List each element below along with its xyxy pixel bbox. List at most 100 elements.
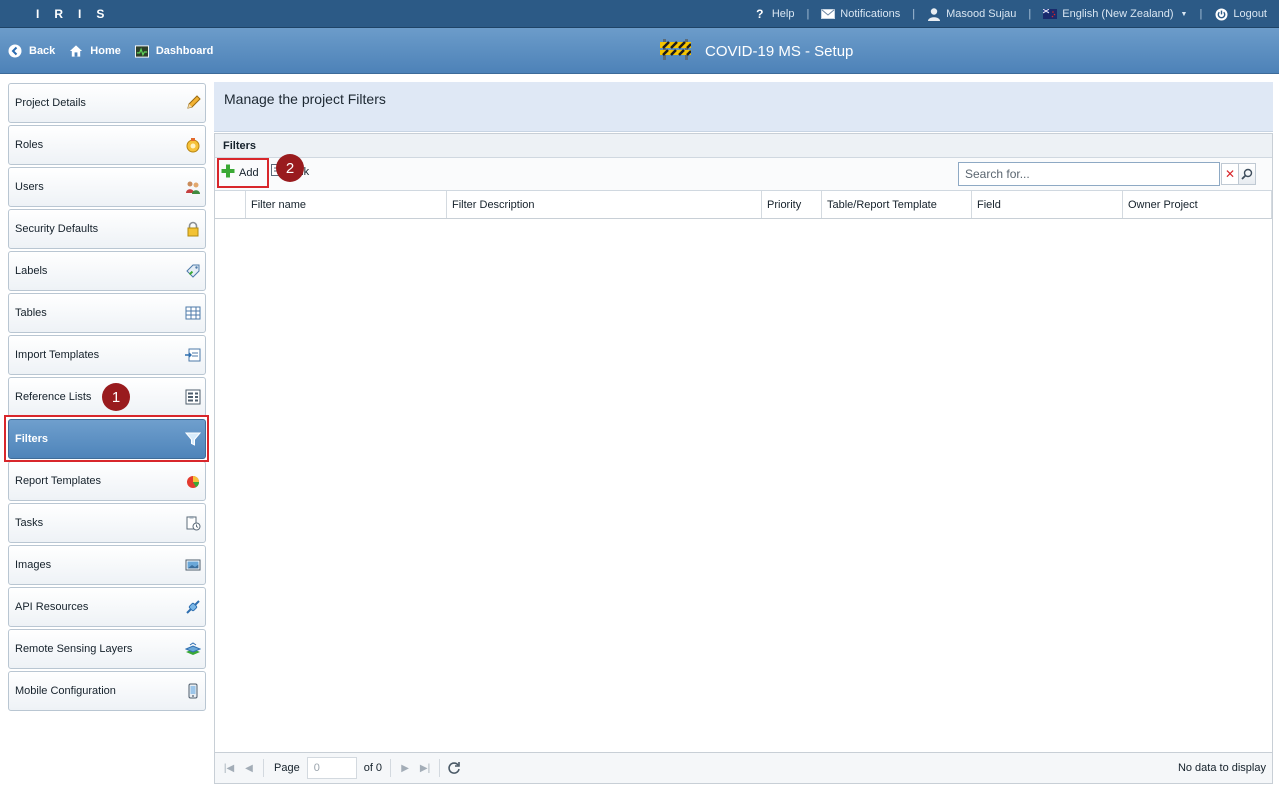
logout-link[interactable]: Logout (1214, 7, 1267, 21)
sidebar-item-mobile-configuration[interactable]: Mobile Configuration (8, 671, 206, 711)
column-header[interactable]: Priority (762, 191, 822, 218)
clear-search-icon[interactable]: ✕ (1221, 163, 1239, 185)
search-icon[interactable] (1238, 163, 1256, 185)
last-page-icon[interactable]: ▶| (415, 758, 435, 778)
sidebar-item-labels[interactable]: Labels (8, 251, 206, 291)
page-count: of 0 (363, 762, 383, 774)
sidebar-item-label: Tasks (15, 517, 44, 529)
column-header[interactable]: Table/Report Template (822, 191, 972, 218)
sidebar-item-tables[interactable]: Tables (8, 293, 206, 333)
funnel-icon (184, 431, 202, 447)
column-header[interactable]: Field (972, 191, 1123, 218)
select-column-header (215, 191, 246, 218)
home-icon (69, 44, 83, 58)
top-links: ? Help | Notifications | Masood Sujau | … (753, 0, 1267, 28)
barrier-icon (660, 37, 692, 65)
sidebar-item-project-details[interactable]: Project Details (8, 83, 206, 123)
lock-icon (185, 221, 201, 237)
back-label: Back (29, 45, 56, 57)
help-link[interactable]: ? Help (753, 7, 795, 21)
dashboard-button[interactable]: Dashboard (134, 44, 214, 58)
divider (439, 759, 441, 777)
add-button[interactable]: Add (221, 164, 259, 181)
back-button[interactable]: Back (8, 44, 55, 58)
step-badge-1: 1 (102, 383, 130, 411)
page-title: COVID-19 MS - Setup (660, 37, 853, 65)
first-page-icon[interactable]: |◀ (219, 758, 239, 778)
search-input[interactable] (958, 162, 1220, 186)
sidebar-item-label: Report Templates (15, 475, 102, 487)
sidebar-item-label: Import Templates (15, 349, 100, 361)
sidebar-item-label: Images (15, 559, 52, 571)
notifications-label: Notifications (840, 8, 901, 20)
refresh-icon[interactable] (444, 758, 464, 778)
back-arrow-icon (8, 44, 22, 58)
grid-header: Filter name Filter Description Priority … (215, 191, 1272, 219)
grid-body (215, 219, 1272, 752)
page-number-input[interactable] (306, 757, 357, 779)
pencil-icon (185, 95, 201, 111)
language-label: English (New Zealand) (1062, 8, 1174, 20)
sidebar-item-label: Project Details (15, 97, 86, 109)
help-label: Help (771, 8, 795, 20)
divider (390, 759, 392, 777)
next-page-icon[interactable]: ▶ (395, 758, 415, 778)
sidebar-item-roles[interactable]: Roles (8, 125, 206, 165)
sidebar-item-label: Mobile Configuration (15, 685, 116, 697)
sidebar-item-label: Tables (15, 307, 47, 319)
nav-bar: Back Home Dashboard COVID-19 MS - Setup (0, 28, 1279, 74)
grid-toolbar: Add Link 2 ✕ (215, 154, 1272, 191)
content-header: Manage the project Filters (214, 82, 1273, 132)
content-header-title: Manage the project Filters (224, 91, 386, 107)
page-title-text: COVID-19 MS - Setup (705, 42, 854, 60)
sidebar-item-security-defaults[interactable]: Security Defaults (8, 209, 206, 249)
language-selector[interactable]: English (New Zealand) ▼ (1043, 7, 1187, 21)
envelope-icon (821, 7, 836, 21)
layers-icon (184, 641, 202, 657)
sidebar-item-images[interactable]: Images (8, 545, 206, 585)
label-icon (185, 263, 201, 279)
column-header[interactable]: Filter name (246, 191, 447, 218)
main-content: Manage the project Filters Filters Add L… (214, 82, 1273, 784)
nz-flag-icon (1043, 7, 1058, 21)
step-badge-2: 2 (276, 154, 304, 182)
sidebar-item-label: Users (15, 181, 44, 193)
power-icon (1214, 7, 1228, 21)
sidebar-item-report-templates[interactable]: Report Templates (8, 461, 206, 501)
filters-panel: Filters Add Link 2 ✕ (214, 133, 1273, 784)
separator: | (912, 8, 916, 20)
divider (263, 759, 264, 777)
sidebar-item-remote-sensing-layers[interactable]: Remote Sensing Layers (8, 629, 206, 669)
sidebar-item-label: Remote Sensing Layers (15, 643, 133, 655)
dashboard-icon (134, 44, 149, 58)
list-icon (185, 389, 201, 405)
sidebar-item-label: Filters (15, 433, 49, 445)
api-icon (185, 599, 201, 615)
sidebar-item-users[interactable]: Users (8, 167, 206, 207)
sidebar-item-filters[interactable]: Filters (8, 419, 206, 459)
sidebar-item-import-templates[interactable]: Import Templates (8, 335, 206, 375)
sidebar-item-tasks[interactable]: Tasks (8, 503, 206, 543)
column-header[interactable]: Owner Project (1123, 191, 1272, 218)
sidebar-item-label: Security Defaults (15, 223, 99, 235)
add-label: Add (239, 166, 259, 179)
top-bar: IRIS ? Help | Notifications | Masood Suj… (0, 0, 1279, 28)
pager-status: No data to display (1177, 762, 1266, 774)
sidebar-item-label: Roles (15, 139, 44, 151)
chart-icon (185, 473, 201, 489)
plus-icon (221, 164, 235, 181)
mobile-icon (185, 683, 201, 699)
sidebar-item-api-resources[interactable]: API Resources (8, 587, 206, 627)
column-header[interactable]: Filter Description (447, 191, 762, 218)
image-icon (185, 557, 201, 573)
notifications-link[interactable]: Notifications (821, 7, 900, 21)
home-label: Home (90, 45, 121, 57)
user-menu[interactable]: Masood Sujau (927, 7, 1016, 21)
home-button[interactable]: Home (69, 44, 121, 58)
pager: |◀ ◀ Page of 0 ▶ ▶| No data to display (215, 752, 1272, 783)
brand-logo: IRIS (36, 7, 120, 21)
import-icon (185, 347, 201, 363)
page-label: Page (274, 762, 300, 774)
prev-page-icon[interactable]: ◀ (239, 758, 259, 778)
dashboard-label: Dashboard (155, 45, 214, 57)
